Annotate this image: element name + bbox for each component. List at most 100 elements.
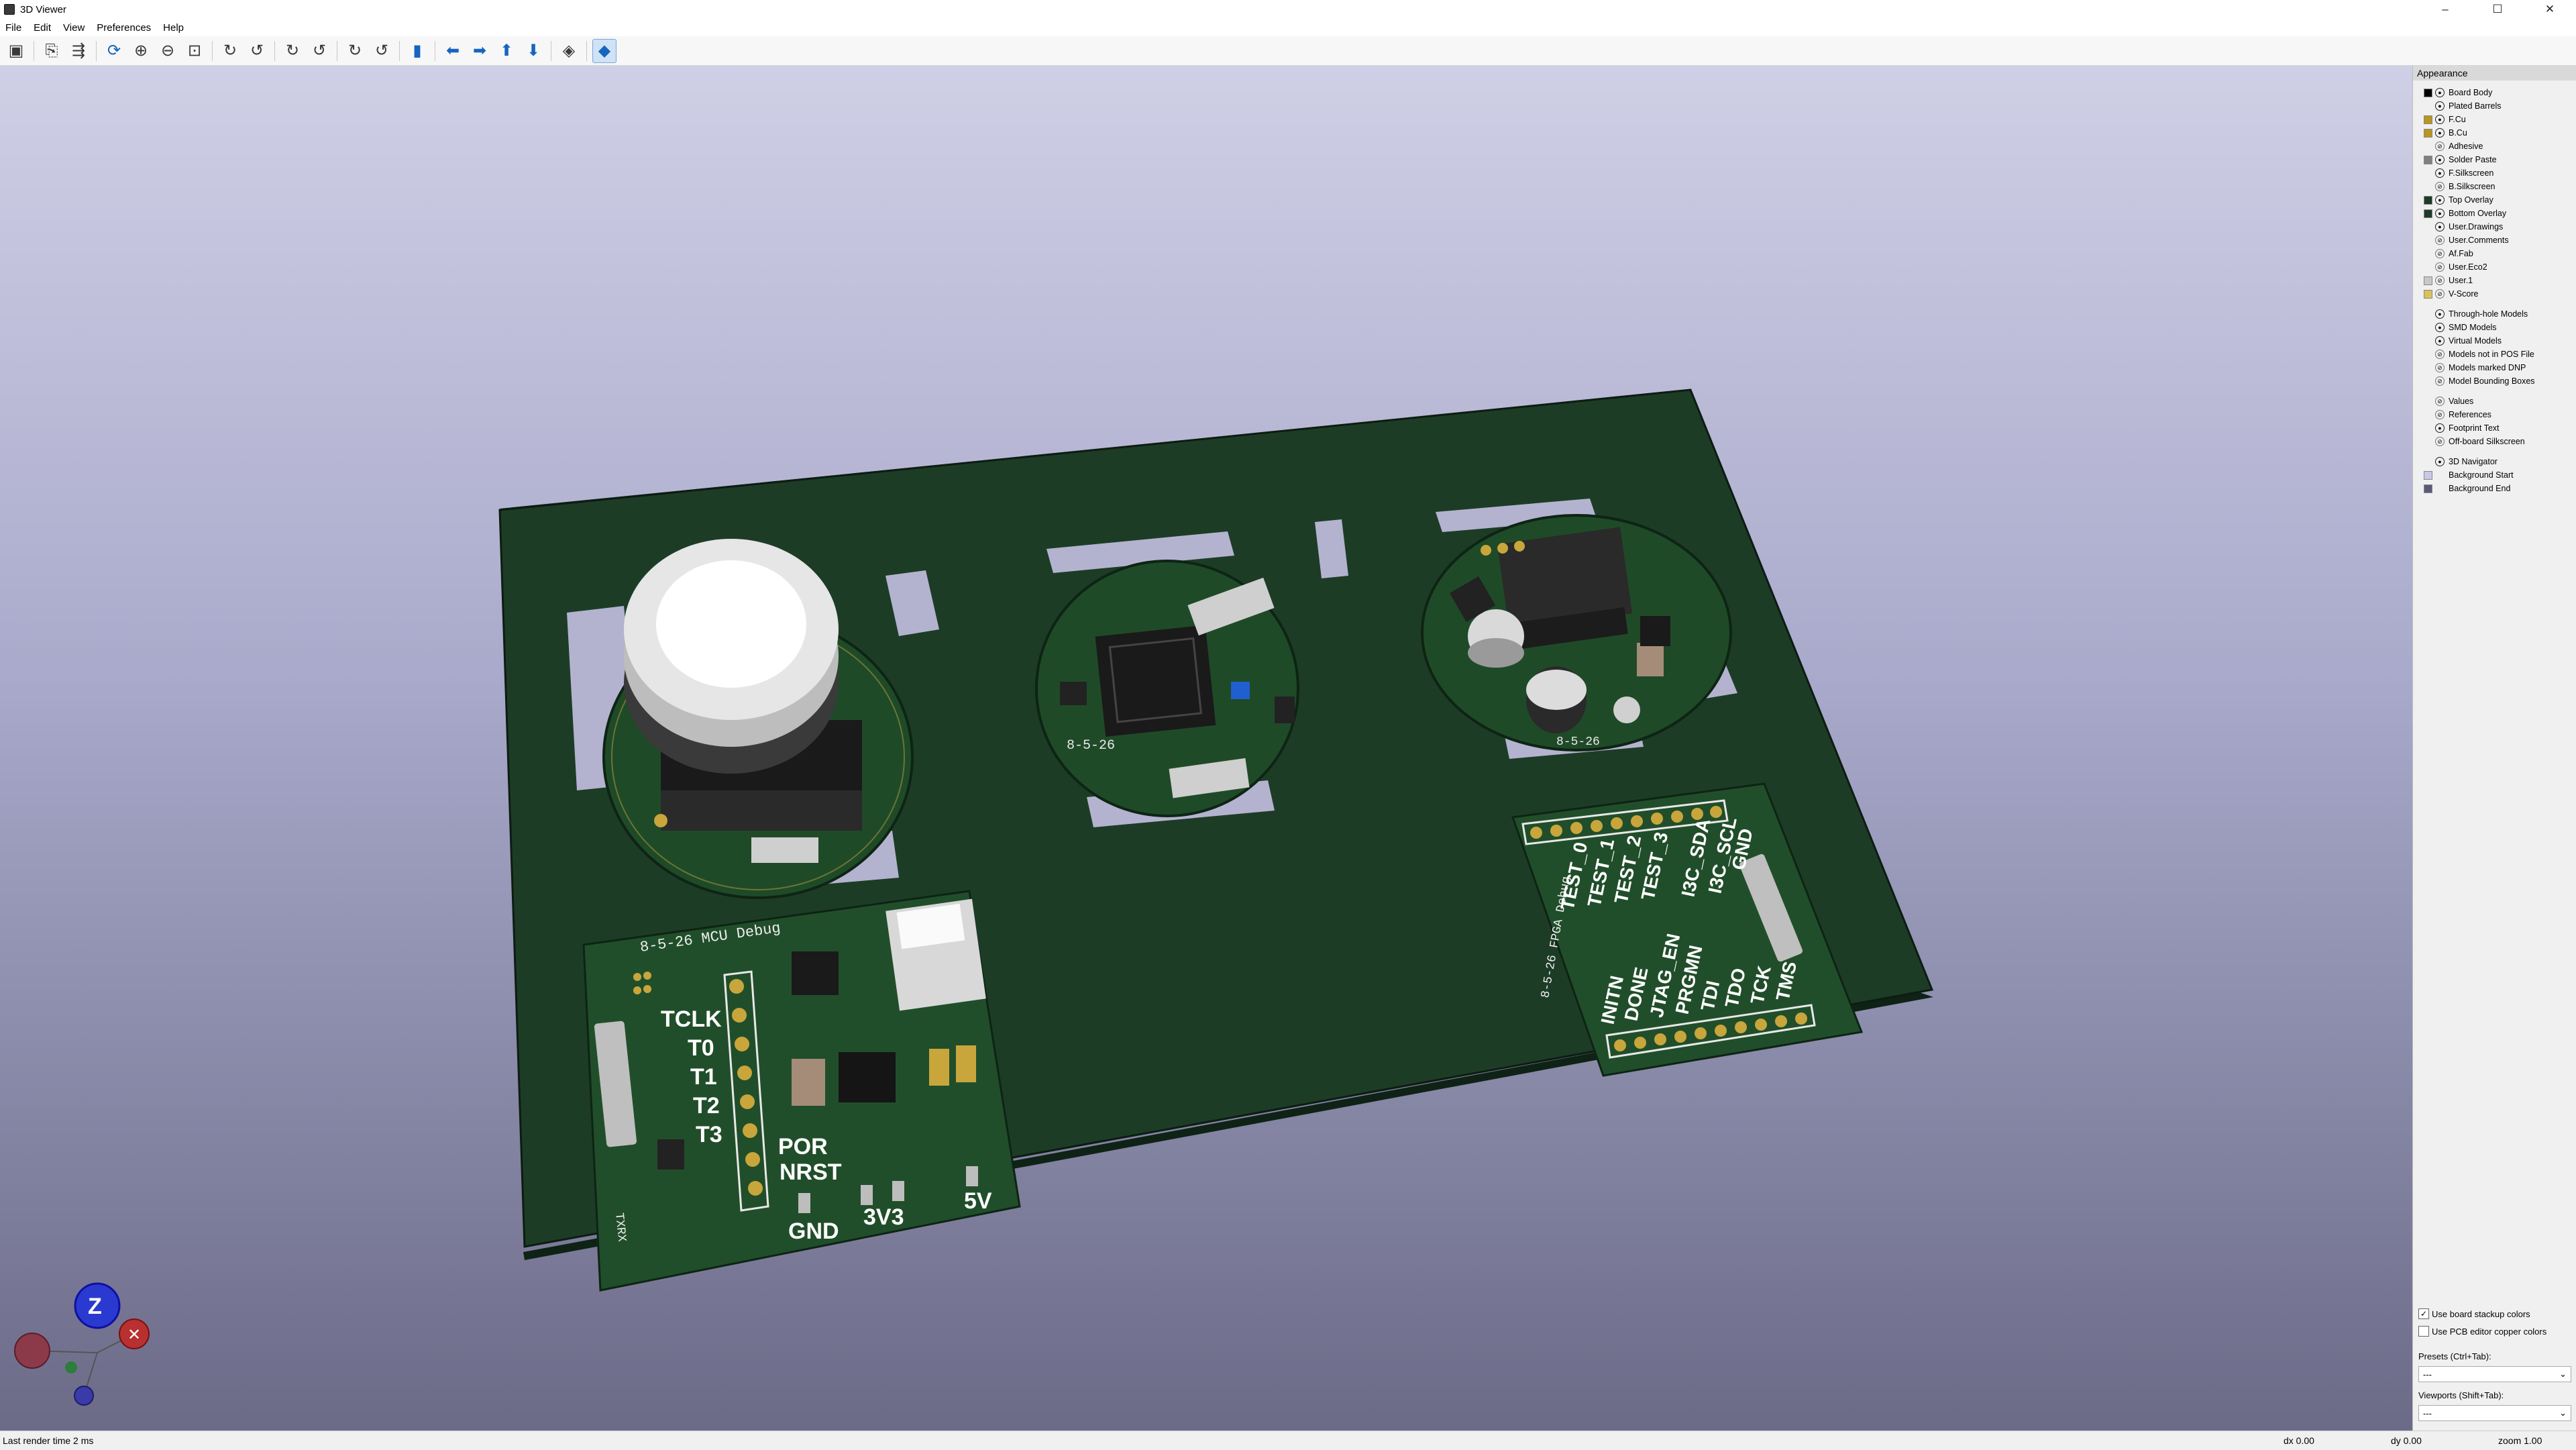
eye-off-icon[interactable]: ⊘ <box>2435 350 2445 359</box>
export-image-button[interactable]: ⇶ <box>66 39 91 63</box>
eye-icon[interactable]: ● <box>2435 423 2445 433</box>
menu-file[interactable]: File <box>5 22 21 34</box>
layer-user-drawings[interactable]: ● User.Drawings <box>2413 220 2576 234</box>
eye-icon[interactable]: ● <box>2435 323 2445 332</box>
toggle-orthographic-button[interactable]: ◈ <box>557 39 581 63</box>
zoom-in-button[interactable]: ⊕ <box>129 39 153 63</box>
model-virtual-models[interactable]: ● Virtual Models <box>2413 334 2576 348</box>
eye-off-icon[interactable]: ⊘ <box>2435 276 2445 285</box>
eye-off-icon[interactable]: ⊘ <box>2435 262 2445 272</box>
eye-icon[interactable]: ● <box>2435 209 2445 218</box>
text-references[interactable]: ⊘ References <box>2413 408 2576 421</box>
menu-help[interactable]: Help <box>163 22 184 34</box>
layer-v-score[interactable]: ⊘ V-Score <box>2413 287 2576 301</box>
flip-board-button[interactable]: ▮ <box>405 39 429 63</box>
rotate-x-ccw-button[interactable]: ↺ <box>245 39 269 63</box>
copy-image-button[interactable]: ⎘ <box>40 39 64 63</box>
color-swatch[interactable] <box>2424 209 2432 218</box>
color-swatch[interactable] <box>2424 458 2432 466</box>
eye-off-icon[interactable]: ⊘ <box>2435 142 2445 151</box>
color-swatch[interactable] <box>2424 484 2432 493</box>
eye-icon[interactable]: ● <box>2435 88 2445 97</box>
color-swatch[interactable] <box>2424 128 2432 138</box>
text-off-board-silkscreen[interactable]: ⊘ Off-board Silkscreen <box>2413 435 2576 448</box>
menu-preferences[interactable]: Preferences <box>97 22 151 34</box>
eye-icon[interactable]: ● <box>2435 222 2445 231</box>
pan-left-button[interactable]: ⬅ <box>441 39 465 63</box>
color-swatch[interactable] <box>2424 236 2432 245</box>
color-swatch[interactable] <box>2424 169 2432 178</box>
layer-f-silkscreen[interactable]: ● F.Silkscreen <box>2413 166 2576 180</box>
eye-off-icon[interactable]: ⊘ <box>2435 397 2445 406</box>
close-button[interactable]: ✕ <box>2524 0 2576 19</box>
color-swatch[interactable] <box>2424 470 2432 480</box>
eye-icon[interactable]: ● <box>2435 168 2445 178</box>
color-swatch[interactable] <box>2424 183 2432 191</box>
text-values[interactable]: ⊘ Values <box>2413 395 2576 408</box>
color-swatch[interactable] <box>2424 223 2432 231</box>
render-raytracing-button[interactable]: ▣ <box>4 39 28 63</box>
eye-icon[interactable]: ● <box>2435 336 2445 346</box>
use-stackup-colors-checkbox[interactable]: ✓ Use board stackup colors <box>2418 1308 2530 1319</box>
eye-off-icon[interactable]: ⊘ <box>2435 437 2445 446</box>
minimize-button[interactable]: – <box>2419 0 2471 19</box>
rotate-z-cw-button[interactable]: ↻ <box>343 39 367 63</box>
3d-viewport[interactable]: 8-5-26 8-5-26 8-5-26 MCU Debug TCLK T0 T… <box>0 66 2412 1431</box>
layer-adhesive[interactable]: ⊘ Adhesive <box>2413 140 2576 153</box>
color-swatch[interactable] <box>2424 195 2432 205</box>
eye-icon[interactable]: ● <box>2435 128 2445 138</box>
layer-user-comments[interactable]: ⊘ User.Comments <box>2413 234 2576 247</box>
rotate-z-ccw-button[interactable]: ↺ <box>370 39 394 63</box>
maximize-button[interactable]: ☐ <box>2471 0 2524 19</box>
eye-icon[interactable]: ● <box>2435 457 2445 466</box>
presets-select[interactable]: --- ⌄ <box>2418 1366 2571 1382</box>
eye-off-icon[interactable]: ⊘ <box>2435 289 2445 299</box>
rotate-y-ccw-button[interactable]: ↺ <box>307 39 331 63</box>
use-pcb-copper-colors-checkbox[interactable]: Use PCB editor copper colors <box>2418 1326 2546 1337</box>
menu-edit[interactable]: Edit <box>34 22 51 34</box>
layer-plated-barrels[interactable]: ● Plated Barrels <box>2413 99 2576 113</box>
misc-background-start[interactable]: Background Start <box>2413 468 2576 482</box>
color-swatch[interactable] <box>2424 142 2432 151</box>
eye-icon[interactable]: ● <box>2435 195 2445 205</box>
layer-b-cu[interactable]: ● B.Cu <box>2413 126 2576 140</box>
misc-background-end[interactable]: Background End <box>2413 482 2576 495</box>
toggle-layers-button[interactable]: ◆ <box>592 38 616 63</box>
model-model-bounding-boxes[interactable]: ⊘ Model Bounding Boxes <box>2413 374 2576 388</box>
navigator-y[interactable] <box>74 1386 94 1406</box>
eye-off-icon[interactable]: ⊘ <box>2435 363 2445 372</box>
eye-icon[interactable]: ● <box>2435 101 2445 111</box>
reload-board-button[interactable]: ⟳ <box>102 39 126 63</box>
color-swatch[interactable] <box>2424 289 2432 299</box>
eye-icon[interactable]: ● <box>2435 115 2445 124</box>
color-swatch[interactable] <box>2424 155 2432 164</box>
eye-off-icon[interactable]: ⊘ <box>2435 376 2445 386</box>
color-swatch[interactable] <box>2424 250 2432 258</box>
text-footprint-text[interactable]: ● Footprint Text <box>2413 421 2576 435</box>
eye-off-icon[interactable]: ⊘ <box>2435 249 2445 258</box>
rotate-x-cw-button[interactable]: ↻ <box>218 39 242 63</box>
pan-up-button[interactable]: ⬆ <box>494 39 519 63</box>
pan-down-button[interactable]: ⬇ <box>521 39 545 63</box>
eye-icon[interactable]: ● <box>2435 309 2445 319</box>
color-swatch[interactable] <box>2424 102 2432 111</box>
color-swatch[interactable] <box>2424 276 2432 285</box>
model-through-hole-models[interactable]: ● Through-hole Models <box>2413 307 2576 321</box>
layer-solder-paste[interactable]: ● Solder Paste <box>2413 153 2576 166</box>
navigator-neg-x[interactable] <box>14 1333 50 1369</box>
3d-navigator[interactable]: Z ✕ <box>14 1282 150 1431</box>
navigator-small-z[interactable] <box>65 1361 77 1374</box>
misc-3d-navigator[interactable]: ● 3D Navigator <box>2413 455 2576 468</box>
layer-top-overlay[interactable]: ● Top Overlay <box>2413 193 2576 207</box>
layer-af-fab[interactable]: ⊘ Af.Fab <box>2413 247 2576 260</box>
layer-user-eco2[interactable]: ⊘ User.Eco2 <box>2413 260 2576 274</box>
layer-f-cu[interactable]: ● F.Cu <box>2413 113 2576 126</box>
zoom-fit-button[interactable]: ⊡ <box>182 39 207 63</box>
eye-off-icon[interactable]: ⊘ <box>2435 236 2445 245</box>
layer-bottom-overlay[interactable]: ● Bottom Overlay <box>2413 207 2576 220</box>
model-models-marked-dnp[interactable]: ⊘ Models marked DNP <box>2413 361 2576 374</box>
color-swatch[interactable] <box>2424 263 2432 272</box>
pan-right-button[interactable]: ➡ <box>468 39 492 63</box>
eye-off-icon[interactable]: ⊘ <box>2435 410 2445 419</box>
rotate-y-cw-button[interactable]: ↻ <box>280 39 305 63</box>
